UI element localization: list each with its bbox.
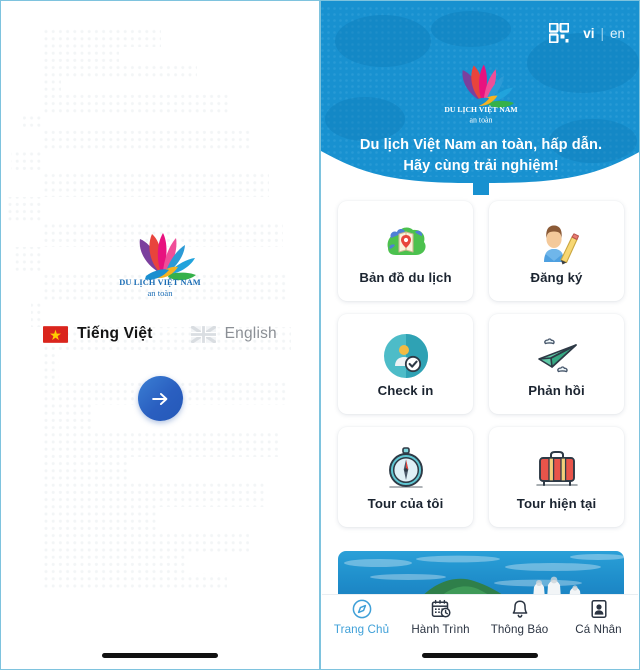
menu-card-current-tour[interactable]: Tour hiện tại	[489, 427, 624, 527]
header-logo-text-line1: DU LỊCH VIỆT NAM	[444, 105, 518, 114]
left-phone-screen: DU LỊCH VIỆT NAM an toàn Tiếng Việt Engl…	[0, 0, 320, 670]
logo-text-line2: an toàn	[147, 288, 173, 298]
menu-card-label: Phản hồi	[528, 382, 585, 398]
check-in-icon	[383, 331, 429, 381]
calendar-clock-icon	[431, 598, 451, 620]
header-language-toggle[interactable]: vi | en	[583, 26, 625, 41]
tab-ca-nhan[interactable]: Cá Nhân	[562, 598, 636, 636]
menu-card-label: Đăng ký	[530, 269, 583, 285]
header-hero: vi | en DU LỊCH VIỆT NAM an toàn Du lịch…	[321, 1, 639, 199]
menu-card-label: Tour của tôi	[367, 495, 444, 511]
menu-card-label: Bản đồ du lịch	[359, 269, 452, 285]
menu-card-register[interactable]: Đăng ký	[489, 201, 624, 301]
tab-label: Trang Chủ	[333, 623, 390, 636]
header-lang-separator: |	[600, 25, 604, 41]
home-menu-grid: Bản đồ du lịch Đăng ký Check in Phản hồi…	[338, 201, 624, 527]
tab-trang-chu[interactable]: Trang Chủ	[325, 598, 399, 636]
person-card-icon	[589, 598, 609, 620]
compass-home-icon	[352, 598, 372, 620]
header-lang-en[interactable]: en	[610, 26, 625, 41]
header-logo-text-line2: an toàn	[470, 115, 493, 124]
menu-card-label: Tour hiện tại	[516, 495, 597, 511]
register-person-pencil-icon	[534, 218, 580, 268]
tab-label: Cá Nhân	[575, 623, 622, 636]
home-indicator	[422, 653, 538, 658]
compass-icon	[383, 444, 429, 494]
menu-card-check-in[interactable]: Check in	[338, 314, 473, 414]
tab-thong-bao[interactable]: Thông Báo	[483, 598, 557, 636]
paper-plane-feedback-icon	[532, 331, 582, 381]
header-top-actions: vi | en	[549, 23, 625, 43]
menu-card-my-tour[interactable]: Tour của tôi	[338, 427, 473, 527]
vietnam-tourism-lotus-logo: DU LỊCH VIỆT NAM an toàn	[119, 233, 201, 298]
dual-screen-mockup: DU LỊCH VIỆT NAM an toàn Tiếng Việt Engl…	[0, 0, 640, 670]
logo-text-line1: DU LỊCH VIỆT NAM	[119, 278, 201, 287]
travel-map-icon	[382, 218, 430, 268]
menu-card-travel-map[interactable]: Bản đồ du lịch	[338, 201, 473, 301]
arrow-right-icon	[152, 392, 168, 405]
menu-card-feedback[interactable]: Phản hồi	[489, 314, 624, 414]
menu-card-label: Check in	[377, 382, 434, 398]
language-selection-content: DU LỊCH VIỆT NAM an toàn Tiếng Việt Engl…	[1, 223, 319, 421]
bell-icon	[510, 598, 530, 620]
vietnam-flag-icon	[43, 325, 69, 343]
tab-label: Hành Trình	[411, 623, 470, 636]
header-lang-vi[interactable]: vi	[583, 26, 594, 41]
language-option-english[interactable]: English	[190, 325, 277, 343]
language-label-english: English	[224, 325, 277, 342]
language-label-vietnamese: Tiếng Việt	[77, 325, 153, 342]
language-options-row: Tiếng Việt English	[43, 325, 277, 343]
next-button[interactable]	[137, 376, 183, 421]
tab-label: Thông Báo	[490, 623, 549, 636]
suitcase-icon	[533, 444, 581, 494]
uk-flag-icon	[190, 325, 216, 343]
right-phone-screen: vi | en DU LỊCH VIỆT NAM an toàn Du lịch…	[320, 0, 640, 670]
home-indicator	[102, 653, 218, 658]
qr-scan-icon[interactable]	[549, 23, 570, 43]
bottom-tab-bar: Trang Chủ Hành Trình Thông Báo Cá Nhân	[322, 595, 638, 643]
header-vietnam-tourism-lotus-logo: DU LỊCH VIỆT NAM an toàn	[444, 64, 518, 124]
tab-hanh-trinh[interactable]: Hành Trình	[404, 598, 478, 636]
header-title: Du lịch Việt Nam an toàn, hấp dẫn. Hãy c…	[359, 137, 603, 175]
language-option-vietnamese[interactable]: Tiếng Việt	[43, 325, 153, 343]
